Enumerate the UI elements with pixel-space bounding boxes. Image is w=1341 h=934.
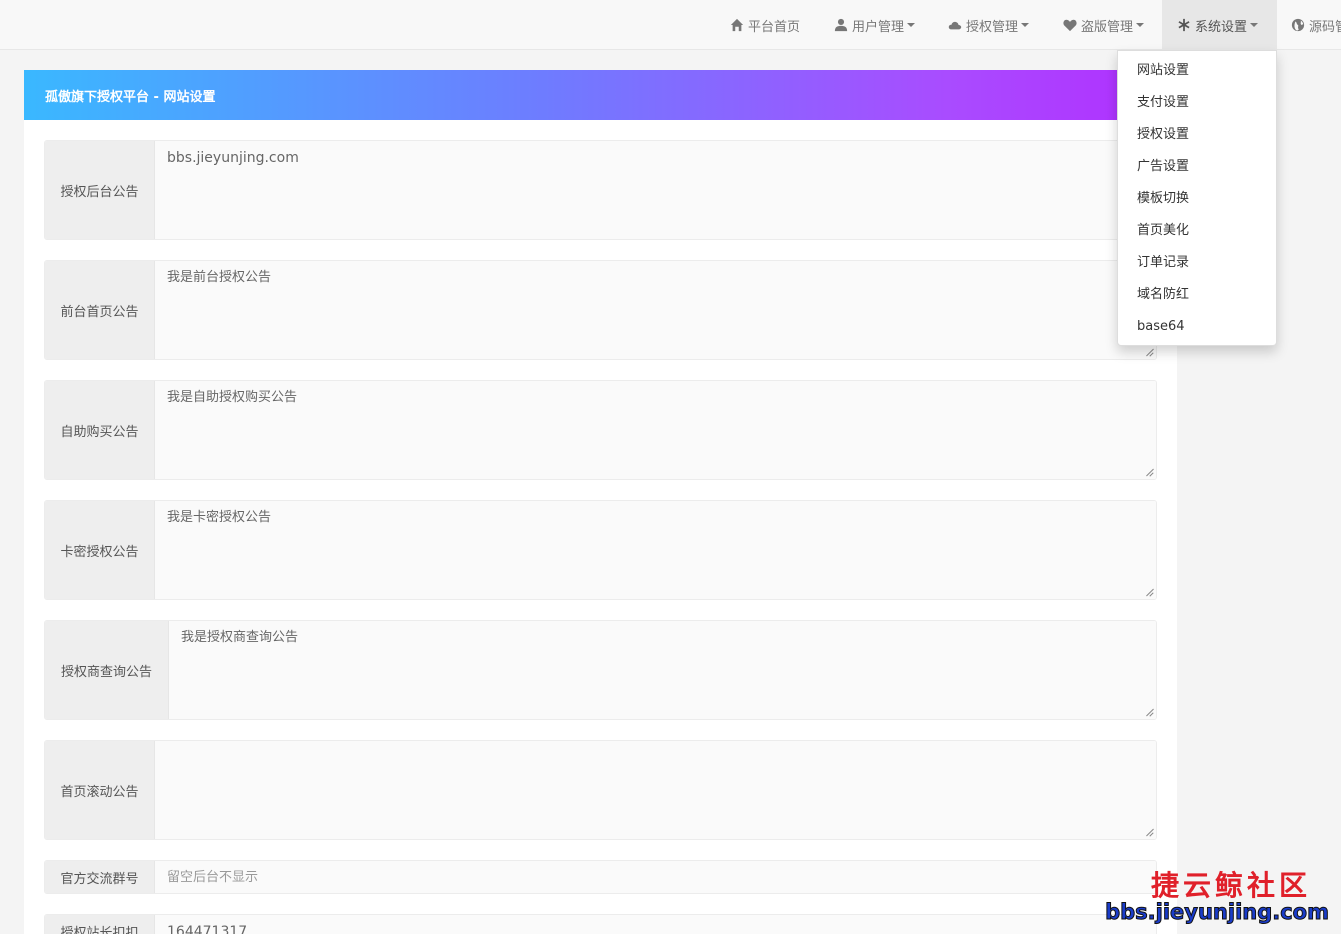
webmaster-qq-input[interactable]: 164471317 [155, 915, 1156, 934]
field-group-qq-group: 官方交流群号 留空后台不显示 [44, 860, 1157, 894]
asterisk-icon [1177, 18, 1191, 32]
field-label: 自助购买公告 [45, 381, 155, 479]
textarea-text: 我是授权商查询公告 [181, 630, 299, 645]
chevron-down-icon [1021, 23, 1030, 27]
field-group-dealer-notice: 授权商查询公告 我是授权商查询公告 [44, 620, 1157, 720]
field-group-purchase-notice: 自助购买公告 我是自助授权购买公告 [44, 380, 1157, 480]
menu-item-ad-settings[interactable]: 广告设置 [1118, 151, 1276, 183]
home-icon [730, 18, 744, 32]
card-notice-textarea[interactable]: 我是卡密授权公告 [155, 501, 1156, 599]
field-label: 卡密授权公告 [45, 501, 155, 599]
field-label: 官方交流群号 [45, 861, 155, 893]
watermark-en: bbs.jieyunjing.com [1105, 900, 1330, 925]
qq-group-input[interactable]: 留空后台不显示 [155, 861, 1156, 893]
chevron-down-icon [907, 23, 916, 27]
nav-users[interactable]: 用户管理 [834, 0, 916, 50]
field-group-admin-notice: 授权后台公告 bbs.jieyunjing.com [44, 140, 1157, 240]
menu-item-license-settings[interactable]: 授权设置 [1118, 119, 1276, 151]
panel-title: 孤傲旗下授权平台 - 网站设置 [24, 70, 1177, 120]
cloud-icon [948, 18, 962, 32]
nav-license[interactable]: 授权管理 [948, 0, 1030, 50]
menu-item-order-records[interactable]: 订单记录 [1118, 247, 1276, 279]
chevron-down-icon [1136, 23, 1145, 27]
nav-source[interactable]: 源码管 [1291, 0, 1341, 50]
field-group-scroll-notice: 首页滚动公告 [44, 740, 1157, 840]
field-label: 前台首页公告 [45, 261, 155, 359]
field-group-card-notice: 卡密授权公告 我是卡密授权公告 [44, 500, 1157, 600]
nav-home[interactable]: 平台首页 [730, 0, 800, 50]
menu-item-domain-protect[interactable]: 域名防红 [1118, 279, 1276, 311]
menu-item-site-settings[interactable]: 网站设置 [1118, 55, 1276, 87]
field-label: 授权商查询公告 [45, 621, 169, 719]
heart-icon [1063, 18, 1077, 32]
watermark: 捷云鲸社区 bbs.jieyunjing.com [1105, 864, 1330, 925]
resize-handle-icon[interactable] [1145, 588, 1153, 596]
admin-notice-textarea[interactable]: bbs.jieyunjing.com [155, 141, 1156, 239]
scroll-notice-textarea[interactable] [155, 741, 1156, 839]
resize-handle-icon[interactable] [1145, 828, 1153, 836]
globe-icon [1291, 18, 1305, 32]
field-label: 授权后台公告 [45, 141, 155, 239]
nav-home-label: 平台首页 [748, 19, 801, 35]
textarea-text: 我是前台授权公告 [167, 270, 272, 285]
resize-handle-icon[interactable] [1145, 708, 1153, 716]
nav-users-label: 用户管理 [852, 19, 905, 35]
nav-system-settings-label: 系统设置 [1195, 19, 1248, 35]
user-icon [834, 18, 848, 32]
nav-piracy[interactable]: 盗版管理 [1063, 0, 1145, 50]
field-group-webmaster-qq: 授权站长扣扣 164471317 [44, 914, 1157, 934]
dealer-notice-textarea[interactable]: 我是授权商查询公告 [169, 621, 1156, 719]
menu-item-template-switch[interactable]: 模板切换 [1118, 183, 1276, 215]
nav-system-settings[interactable]: 系统设置 [1162, 0, 1277, 50]
menu-item-payment-settings[interactable]: 支付设置 [1118, 87, 1276, 119]
nav-source-label: 源码管 [1309, 19, 1341, 35]
field-group-front-notice: 前台首页公告 我是前台授权公告 [44, 260, 1157, 360]
watermark-cn: 捷云鲸社区 [1150, 869, 1311, 902]
chevron-down-icon [1250, 23, 1259, 27]
front-notice-textarea[interactable]: 我是前台授权公告 [155, 261, 1156, 359]
system-settings-dropdown: 网站设置 支付设置 授权设置 广告设置 模板切换 首页美化 订单记录 域名防红 … [1117, 50, 1277, 346]
textarea-text: 我是卡密授权公告 [167, 510, 272, 525]
resize-handle-icon[interactable] [1145, 348, 1153, 356]
field-label: 授权站长扣扣 [45, 915, 155, 934]
purchase-notice-textarea[interactable]: 我是自助授权购买公告 [155, 381, 1156, 479]
menu-item-base64[interactable]: base64 [1118, 311, 1276, 343]
textarea-text: 我是自助授权购买公告 [167, 390, 298, 405]
nav-piracy-label: 盗版管理 [1081, 19, 1134, 35]
settings-panel: 孤傲旗下授权平台 - 网站设置 授权后台公告 bbs.jieyunjing.co… [24, 70, 1177, 934]
menu-item-home-beautify[interactable]: 首页美化 [1118, 215, 1276, 247]
field-label: 首页滚动公告 [45, 741, 155, 839]
resize-handle-icon[interactable] [1145, 468, 1153, 476]
top-navbar: 平台首页 用户管理 授权管理 盗版管理 系统设置 源码管 [0, 0, 1341, 50]
nav-license-label: 授权管理 [966, 19, 1019, 35]
